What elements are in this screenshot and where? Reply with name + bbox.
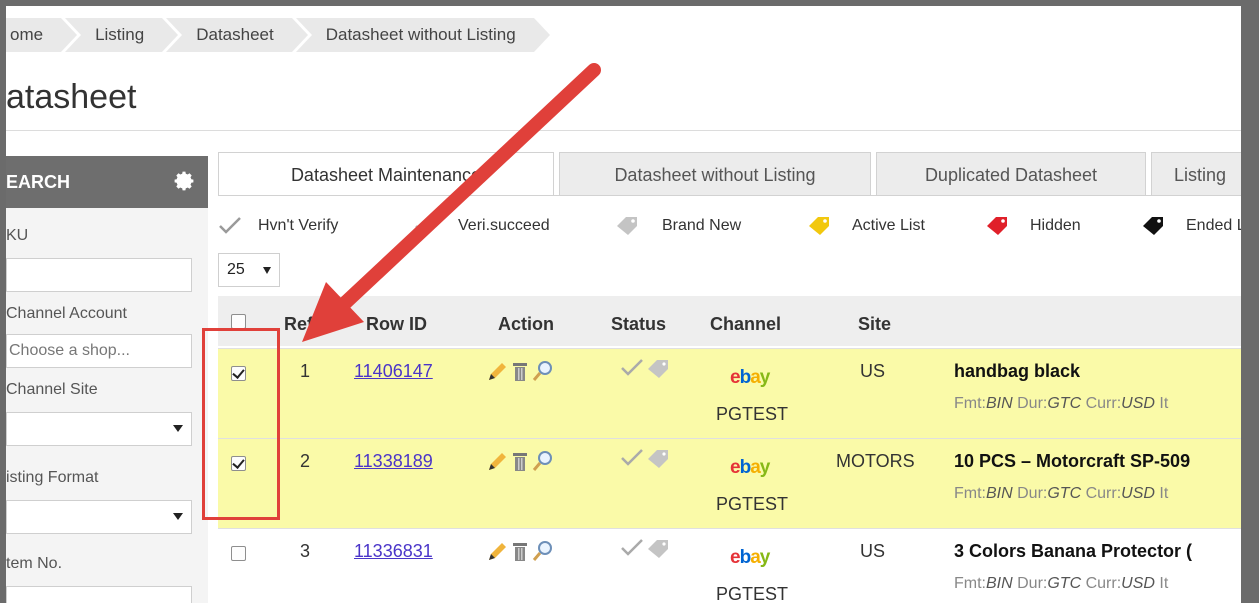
arrow-annotation bbox=[302, 63, 601, 342]
window-edge bbox=[1241, 0, 1259, 603]
app-window: ome Listing Datasheet Datasheet without … bbox=[6, 6, 1247, 603]
